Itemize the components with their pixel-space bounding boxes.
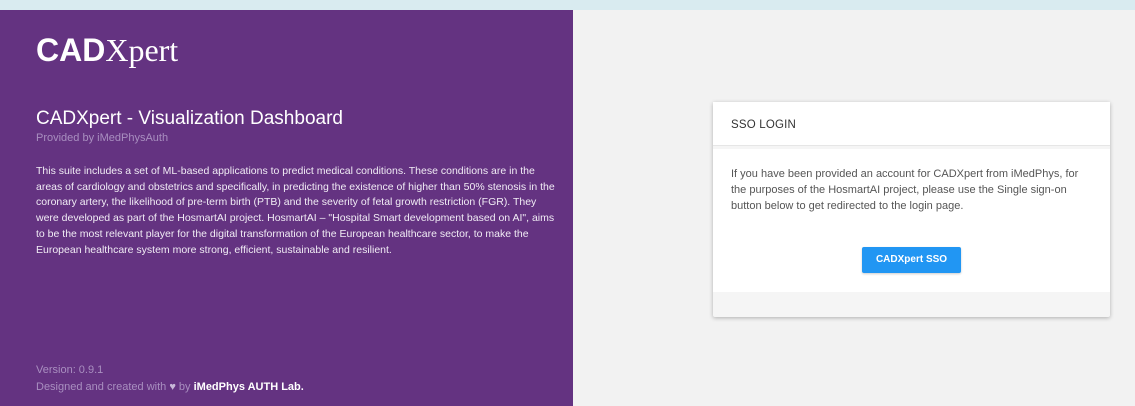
sso-login-button[interactable]: CADXpert SSO <box>862 247 961 273</box>
credits-prefix: Designed and created with <box>36 381 167 393</box>
credits-by: by <box>178 381 191 393</box>
login-instructions: If you have been provided an account for… <box>731 168 1079 212</box>
sso-login-card: SSO LOGIN If you have been provided an a… <box>713 102 1110 317</box>
logo-light-text: Xpert <box>105 32 179 68</box>
logo-bold-text: CAD <box>36 32 106 68</box>
credits-lab-name: iMedPhys AUTH Lab. <box>193 381 304 393</box>
credits-line: Designed and created with ♥ by iMedPhys … <box>36 380 304 394</box>
app-logo: CADXpert <box>36 32 178 68</box>
card-body: If you have been provided an account for… <box>713 149 1110 292</box>
heart-icon: ♥ <box>169 381 176 393</box>
suite-description: This suite includes a set of ML-based ap… <box>36 165 555 256</box>
card-header: SSO LOGIN <box>713 102 1110 146</box>
dashboard-title: CADXpert - Visualization Dashboard <box>36 108 343 129</box>
info-panel: CADXpert CADXpert - Visualization Dashbo… <box>0 10 573 406</box>
top-strip <box>0 0 1135 10</box>
card-title: SSO LOGIN <box>731 119 797 131</box>
version-label: Version: 0.9.1 <box>36 364 104 376</box>
provider-subtitle: Provided by iMedPhysAuth <box>36 132 169 144</box>
